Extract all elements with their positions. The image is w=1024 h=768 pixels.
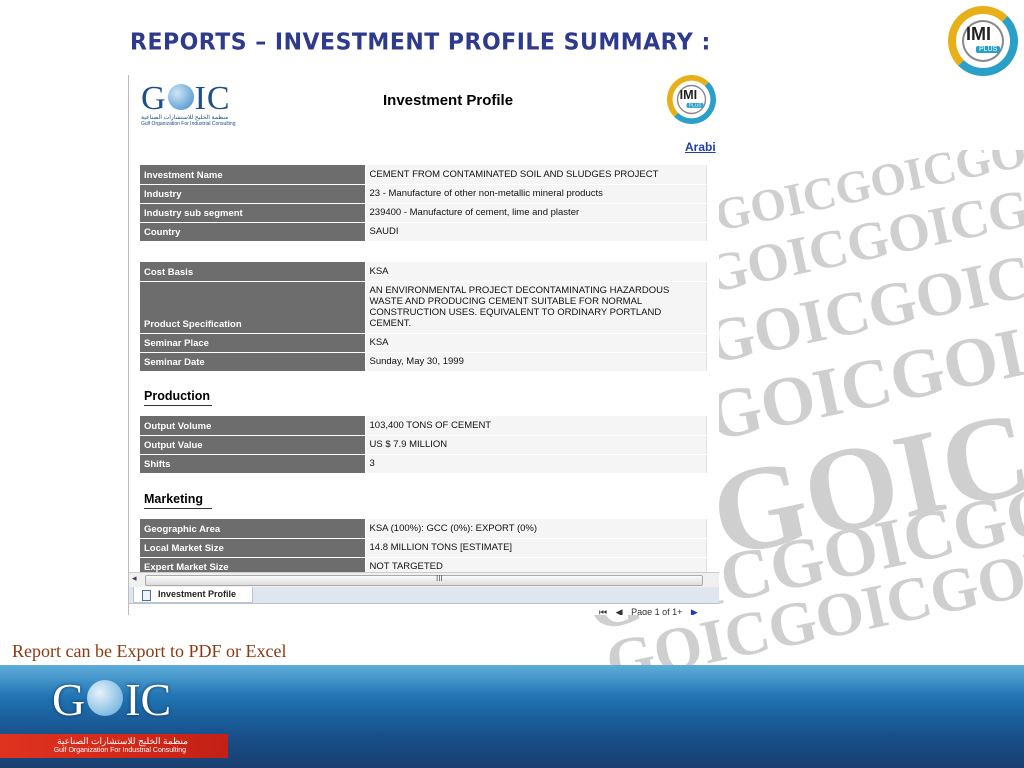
horizontal-scrollbar[interactable]: ◂ III (129, 572, 719, 588)
tab-investment-profile[interactable]: Investment Profile (133, 587, 253, 603)
table-row: Output Value US $ 7.9 MILLION (140, 435, 707, 455)
watermark-line: GOICGOICGOICGOIC (700, 150, 1024, 305)
table-row: Industry sub segment 239400 - Manufacture… (140, 203, 707, 223)
globe-icon (167, 84, 194, 111)
table-row: Output Volume 103,400 TONS OF CEMENT (140, 416, 707, 436)
table-row: Seminar Place KSA (140, 333, 707, 353)
watermark-line: GOICGOICGOICGOIC (710, 150, 1024, 241)
scroll-left-icon[interactable]: ◂ (132, 573, 137, 584)
table-row: Shifts 3 (140, 454, 707, 474)
arabic-language-link[interactable]: Arabi (685, 140, 716, 154)
table-row: Industry 23 - Manufacture of other non-me… (140, 184, 707, 204)
document-icon (142, 590, 151, 601)
general-info-table: Investment Name CEMENT FROM CONTAMINATED … (140, 165, 707, 242)
watermark-line: GOICGOICGOICGOIC (700, 225, 1024, 457)
report-page[interactable]: G IC منظمة الخليج للاستشارات الصناعية Gul… (129, 75, 719, 572)
slide-title: REPORTS – INVESTMENT PROFILE SUMMARY : (130, 29, 711, 56)
goic-logo: G IC منظمة الخليج للاستشارات الصناعية Gul… (141, 80, 236, 127)
imi-logo: IMI PLUS (948, 6, 1018, 76)
next-page-icon[interactable]: ▶ (691, 607, 698, 615)
table-row: Geographic Area KSA (100%): GCC (0%): EXP… (140, 519, 707, 539)
table-row: Cost Basis KSA (140, 262, 707, 282)
marketing-table: Geographic Area KSA (100%): GCC (0%): EXP… (140, 519, 707, 572)
report-viewer: G IC منظمة الخليج للاستشارات الصناعية Gul… (128, 75, 719, 615)
marketing-heading: Marketing (144, 492, 212, 509)
watermark-line: GOICGOICGOICGOIC (700, 185, 1024, 583)
footer-band: G IC منظمة الخليج للاستشارات الصناعية Gul… (0, 665, 1024, 768)
imi-logo-small: IMI PLUS (667, 75, 716, 124)
scrollbar-thumb[interactable]: III (145, 574, 703, 586)
table-row: Expert Market Size NOT TARGETED (140, 557, 707, 572)
first-page-icon[interactable]: ⏮ (599, 607, 607, 615)
table-row: Seminar Date Sunday, May 30, 1999 (140, 352, 707, 372)
goic-footer-logo: G IC (52, 674, 172, 725)
table-row: Investment Name CEMENT FROM CONTAMINATED … (140, 165, 707, 185)
sheet-tab-bar: Investment Profile (129, 587, 719, 604)
goic-name-band: منظمة الخليج للاستشارات الصناعية Gulf Or… (0, 734, 228, 758)
table-row: Country SAUDI (140, 222, 707, 242)
watermark-line: GOICGOICGOICGOIC (700, 173, 1024, 378)
table-row: Product Specification AN ENVIRONMENTAL PR… (140, 281, 707, 334)
table-row: Local Market Size 14.8 MILLION TONS [ESTI… (140, 538, 707, 558)
details-table: Cost Basis KSA Product Specification AN EN… (140, 262, 707, 372)
export-caption: Report can be Export to PDF or Excel (12, 641, 287, 661)
previous-page-icon[interactable]: ◀ (616, 607, 623, 615)
report-title: Investment Profile (383, 92, 514, 109)
production-table: Output Volume 103,400 TONS OF CEMENT Outp… (140, 416, 707, 474)
page-indicator: Page 1 of 1+ (631, 607, 683, 615)
globe-icon (87, 680, 124, 717)
production-heading: Production (144, 389, 212, 406)
pager: ⏮ ◀ Page 1 of 1+ ▶ (599, 607, 704, 615)
